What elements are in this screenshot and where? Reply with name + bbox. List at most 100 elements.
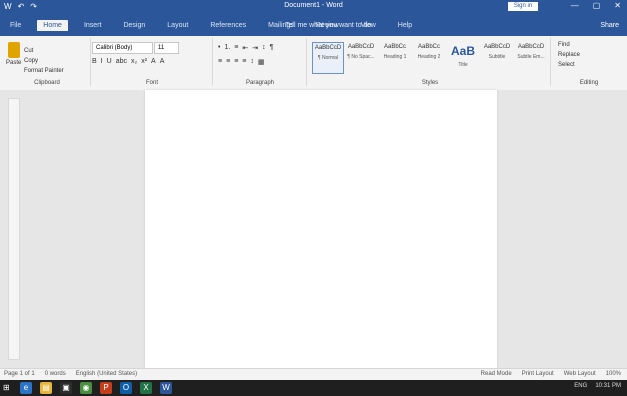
clipboard-group: Paste Cut Copy Format Painter Clipboard	[4, 38, 91, 86]
tab-help[interactable]: Help	[392, 20, 418, 31]
shading-button[interactable]: ▦	[258, 58, 265, 66]
style-normal[interactable]: AaBbCcD ¶ Normal	[312, 42, 344, 74]
tell-me-input[interactable]: Tell me what you want to do	[285, 22, 371, 29]
powerpoint-icon[interactable]: P	[100, 382, 112, 394]
ribbon: Paste Cut Copy Format Painter Clipboard …	[0, 36, 627, 91]
multilevel-button[interactable]: ≡	[234, 44, 238, 52]
tab-file[interactable]: File	[4, 20, 27, 31]
maximize-icon[interactable]: ▢	[593, 1, 601, 10]
clipboard-label: Clipboard	[34, 80, 60, 86]
word-count[interactable]: 0 words	[45, 371, 66, 377]
editing-group: Find Replace Select Editing	[554, 38, 624, 86]
line-spacing-button[interactable]: ↕	[250, 58, 254, 66]
tab-references[interactable]: References	[204, 20, 252, 31]
font-size-select[interactable]: 11	[154, 42, 179, 54]
editing-label: Editing	[579, 80, 599, 86]
sort-button[interactable]: ↕	[262, 44, 266, 52]
italic-button[interactable]: I	[101, 58, 103, 65]
bold-button[interactable]: B	[92, 58, 97, 65]
style-name: ¶ Normal	[317, 55, 339, 61]
format-painter-button[interactable]: Format Painter	[24, 66, 64, 76]
style-name: Heading 1	[383, 54, 407, 60]
underline-button[interactable]: U	[107, 58, 112, 65]
page-count[interactable]: Page 1 of 1	[4, 371, 35, 377]
system-tray: ENG 10:31 PM	[574, 383, 621, 389]
style-sample: AaBbCcD	[314, 45, 342, 51]
style-no-spacing[interactable]: AaBbCcD ¶ No Spac...	[346, 42, 376, 72]
decrease-indent-button[interactable]: ⇤	[242, 44, 248, 52]
center-button[interactable]: ≡	[226, 58, 230, 66]
font-group: Calibri (Body) 11 B I U abc x₂ x² A A Fo…	[92, 38, 213, 86]
windows-start-icon[interactable]: ⊞	[3, 383, 13, 393]
style-sample: AaB	[450, 44, 475, 58]
share-button[interactable]: Share	[600, 22, 619, 29]
document-work-area	[0, 90, 627, 368]
subscript-button[interactable]: x₂	[131, 58, 137, 65]
style-subtle-emphasis[interactable]: AaBbCcD Subtle Em...	[516, 42, 546, 72]
select-button[interactable]: Select	[558, 62, 575, 68]
bullets-button[interactable]: •	[218, 44, 220, 52]
vertical-ruler	[8, 98, 20, 360]
title-bar: W ↶ ↷ Document1 - Word Sign in — ▢ ✕	[0, 0, 627, 14]
style-name: ¶ No Spac...	[347, 54, 375, 60]
align-left-button[interactable]: ≡	[218, 58, 222, 66]
window-controls: — ▢ ✕	[571, 1, 621, 10]
tab-design[interactable]: Design	[117, 20, 151, 31]
tab-home[interactable]: Home	[37, 20, 68, 31]
clock[interactable]: 10:31 PM	[595, 383, 621, 389]
document-page[interactable]	[145, 90, 497, 368]
find-button[interactable]: Find	[558, 42, 570, 48]
status-left: Page 1 of 1 0 words English (United Stat…	[4, 371, 137, 377]
file-explorer-icon[interactable]: ▤	[40, 382, 52, 394]
font-name-select[interactable]: Calibri (Body)	[92, 42, 153, 54]
store-icon[interactable]: ▣	[60, 382, 72, 394]
clipboard-mini-buttons: Cut Copy Format Painter	[24, 46, 64, 76]
ribbon-tabs-bar: File Home Insert Design Layout Reference…	[0, 14, 627, 36]
strikethrough-button[interactable]: abc	[116, 58, 127, 65]
status-right: Read Mode Print Layout Web Layout 100%	[481, 371, 621, 377]
style-name: Subtitle	[488, 54, 506, 60]
font-buttons: B I U abc x₂ x² A A	[92, 58, 164, 65]
edge-icon[interactable]: e	[20, 382, 32, 394]
language-indicator[interactable]: ENG	[574, 383, 587, 389]
numbering-button[interactable]: 1.	[224, 44, 230, 52]
styles-group: AaBbCcD ¶ Normal AaBbCcD ¶ No Spac... Aa…	[310, 38, 551, 86]
outlook-icon[interactable]: O	[120, 382, 132, 394]
tab-insert[interactable]: Insert	[78, 20, 108, 31]
replace-button[interactable]: Replace	[558, 52, 580, 58]
read-mode-button[interactable]: Read Mode	[481, 371, 512, 377]
tab-layout[interactable]: Layout	[161, 20, 194, 31]
style-sample: AaBbCcD	[347, 44, 375, 50]
style-sample: AaBbCc	[417, 44, 440, 50]
style-subtitle[interactable]: AaBbCcD Subtitle	[482, 42, 512, 72]
style-sample: AaBbCcD	[517, 44, 545, 50]
taskbar-apps: e ▤ ▣ ◉ P O X W	[20, 382, 172, 394]
align-right-button[interactable]: ≡	[234, 58, 238, 66]
chrome-icon[interactable]: ◉	[80, 382, 92, 394]
language[interactable]: English (United States)	[76, 371, 137, 377]
style-title[interactable]: AaB Title	[448, 42, 478, 72]
styles-label: Styles	[421, 80, 439, 86]
cut-button[interactable]: Cut	[24, 46, 64, 56]
paste-button[interactable]: Paste	[6, 60, 21, 66]
font-color-button[interactable]: A	[160, 58, 165, 65]
sign-in-button[interactable]: Sign in	[508, 2, 538, 11]
web-layout-button[interactable]: Web Layout	[564, 371, 596, 377]
paste-icon[interactable]	[8, 42, 20, 58]
superscript-button[interactable]: x²	[141, 58, 147, 65]
minimize-icon[interactable]: —	[571, 1, 579, 10]
justify-button[interactable]: ≡	[242, 58, 246, 66]
print-layout-button[interactable]: Print Layout	[522, 371, 554, 377]
style-heading-1[interactable]: AaBbCc Heading 1	[380, 42, 410, 72]
close-icon[interactable]: ✕	[614, 1, 621, 10]
word-icon[interactable]: W	[160, 382, 172, 394]
taskbar: ⊞ e ▤ ▣ ◉ P O X W ENG 10:31 PM	[0, 380, 627, 396]
zoom-level[interactable]: 100%	[606, 371, 621, 377]
style-sample: AaBbCc	[383, 44, 406, 50]
excel-icon[interactable]: X	[140, 382, 152, 394]
style-heading-2[interactable]: AaBbCc Heading 2	[414, 42, 444, 72]
increase-indent-button[interactable]: ⇥	[252, 44, 258, 52]
text-effects-button[interactable]: A	[151, 58, 156, 65]
show-marks-button[interactable]: ¶	[270, 44, 274, 52]
copy-button[interactable]: Copy	[24, 56, 64, 66]
